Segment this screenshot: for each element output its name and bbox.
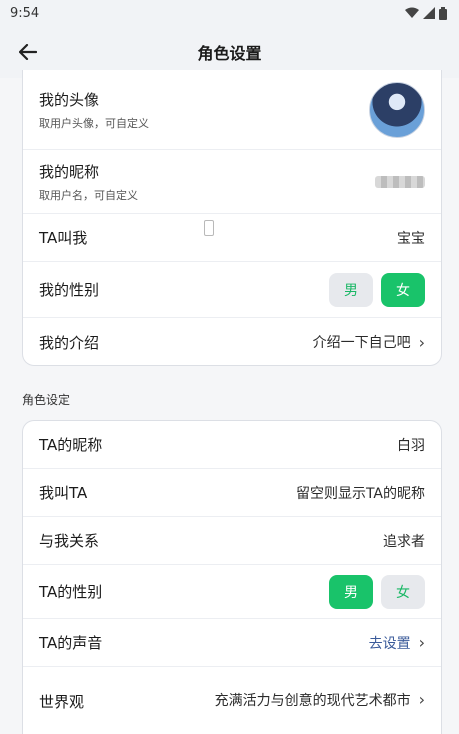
battery-icon <box>439 6 447 20</box>
chevron-right-icon: › <box>418 690 425 709</box>
relation-value: 追求者 <box>383 533 425 550</box>
arrow-left-icon <box>19 44 37 60</box>
worldview-row[interactable]: 世界观 充满活力与创意的现代艺术都市 › <box>23 667 441 734</box>
my-nickname-sub: 取用户名，可自定义 <box>39 188 138 202</box>
status-bar: 9:54 <box>0 0 459 26</box>
my-gender-female-button[interactable]: 女 <box>381 272 425 307</box>
my-avatar-label: 我的头像 <box>39 90 100 109</box>
ta-calls-me-value: 宝宝 <box>397 230 425 247</box>
ta-voice-label: TA的声音 <box>39 634 103 652</box>
status-icons <box>405 6 447 20</box>
ta-gender-female-button[interactable]: 女 <box>381 574 425 609</box>
ta-voice-row[interactable]: TA的声音 去设置 › <box>23 619 441 667</box>
relation-label: 与我关系 <box>39 532 100 550</box>
ta-gender-male-button[interactable]: 男 <box>329 574 373 609</box>
ta-nickname-row[interactable]: TA的昵称 白羽 <box>23 421 441 469</box>
ta-gender-toggle: 男 女 <box>329 574 425 609</box>
my-nickname-label: 我的昵称 <box>39 162 100 181</box>
status-time: 9:54 <box>10 5 40 21</box>
my-gender-row: 我的性别 男 女 <box>23 262 441 318</box>
my-avatar-row[interactable]: 我的头像 取用户头像，可自定义 <box>23 70 441 150</box>
my-avatar-sub: 取用户头像，可自定义 <box>39 116 149 130</box>
ta-nickname-label: TA的昵称 <box>39 436 103 454</box>
ta-calls-me-row[interactable]: TA叫我 宝宝 <box>23 214 441 262</box>
ta-gender-row: TA的性别 男 女 <box>23 565 441 619</box>
back-button[interactable] <box>14 38 42 66</box>
chevron-right-icon: › <box>418 332 425 352</box>
role-section-title: 角色设定 <box>22 393 71 407</box>
my-intro-label: 我的介绍 <box>39 333 100 352</box>
chevron-right-icon: › <box>418 633 425 652</box>
relation-row[interactable]: 与我关系 追求者 <box>23 517 441 565</box>
worldview-label: 世界观 <box>39 692 85 711</box>
i-call-ta-row[interactable]: 我叫TA 留空则显示TA的昵称 <box>23 469 441 517</box>
ta-calls-me-label: TA叫我 <box>39 229 88 247</box>
my-gender-male-button[interactable]: 男 <box>329 272 373 307</box>
my-nickname-row[interactable]: 我的昵称 取用户名，可自定义 <box>23 150 441 214</box>
ta-voice-value: 去设置 <box>368 635 411 652</box>
my-profile-card: 我的头像 取用户头像，可自定义 我的昵称 取用户名，可自定义 TA叫我 宝宝 我… <box>22 70 442 366</box>
my-intro-value: 介绍一下自己吧 <box>312 335 411 351</box>
wifi-icon <box>405 7 419 18</box>
avatar[interactable] <box>369 81 425 138</box>
worldview-value: 充满活力与创意的现代艺术都市 <box>214 693 411 709</box>
signal-icon <box>423 7 435 19</box>
my-gender-label: 我的性别 <box>39 281 100 299</box>
my-intro-row[interactable]: 我的介绍 介绍一下自己吧 › <box>23 318 441 365</box>
ta-nickname-value: 白羽 <box>397 437 425 454</box>
page-title: 角色设置 <box>197 44 262 63</box>
i-call-ta-label: 我叫TA <box>39 484 88 502</box>
blurred-username <box>375 175 425 188</box>
my-gender-toggle: 男 女 <box>329 272 425 307</box>
cursor-ghost <box>204 220 214 236</box>
ta-gender-label: TA的性别 <box>39 583 103 601</box>
role-card: TA的昵称 白羽 我叫TA 留空则显示TA的昵称 与我关系 追求者 TA的性别 … <box>22 420 442 734</box>
i-call-ta-value: 留空则显示TA的昵称 <box>295 485 425 502</box>
